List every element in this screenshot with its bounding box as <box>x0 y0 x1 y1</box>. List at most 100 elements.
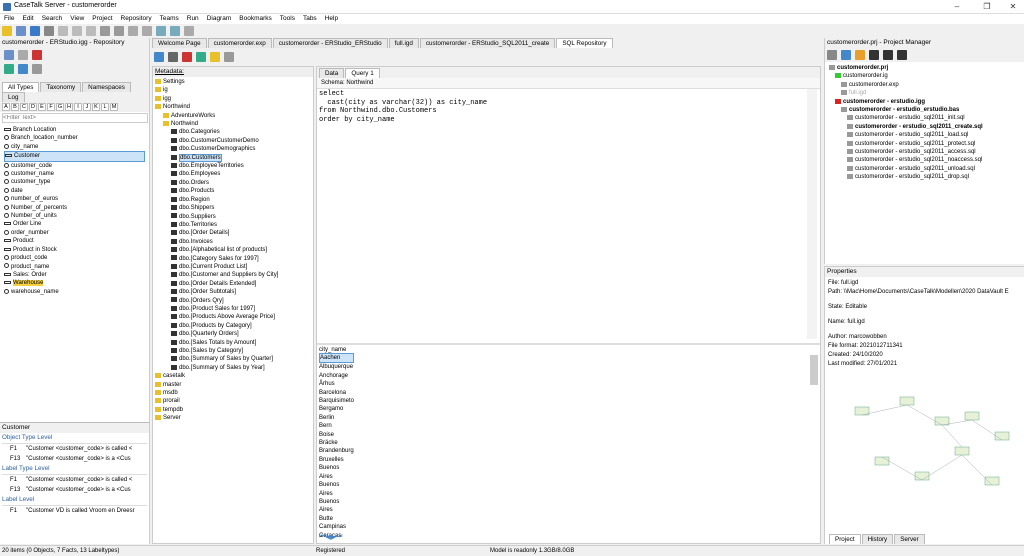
metadata-item[interactable]: Northwind <box>155 120 311 128</box>
repo-tab[interactable]: Namespaces <box>82 82 131 92</box>
project-item[interactable]: customerorder - erstudio.igg <box>829 98 1020 106</box>
type-list-item[interactable]: product_name <box>4 263 145 271</box>
menu-item[interactable]: Tools <box>280 14 295 24</box>
metadata-item[interactable]: dbo.[Customer and Suppliers by City] <box>155 271 311 279</box>
print-icon[interactable] <box>44 26 54 36</box>
letter-button[interactable]: C <box>20 103 28 111</box>
maximize-icon[interactable]: ❐ <box>980 1 994 13</box>
metadata-item[interactable]: dbo.Shippers <box>155 204 311 212</box>
metadata-item[interactable]: Northwind <box>155 103 311 111</box>
type-list-item[interactable]: order_number <box>4 229 145 237</box>
metadata-item[interactable]: AdventureWorks <box>155 112 311 120</box>
result-cell[interactable]: Berlin <box>319 414 354 422</box>
metadata-item[interactable]: dbo.CustomerDemographics <box>155 145 311 153</box>
project-item[interactable]: customerorder - erstudio_sql2011_load.sq… <box>829 131 1020 139</box>
project-item[interactable]: customerorder.exp <box>829 81 1020 89</box>
metadata-item[interactable]: dbo.[Alphabetical list of products] <box>155 246 311 254</box>
letter-button[interactable]: F <box>47 103 55 111</box>
letter-button[interactable]: E <box>38 103 46 111</box>
fact-row[interactable]: F13 "Customer <customer_code> is a <Cus <box>2 454 147 464</box>
metadata-item[interactable]: dbo.Invoices <box>155 238 311 246</box>
document-tab[interactable]: customerorder.exp <box>207 38 272 48</box>
metadata-item[interactable]: dbo.[Summary of Sales by Year] <box>155 364 311 372</box>
letter-button[interactable]: K <box>92 103 100 111</box>
result-cell[interactable]: Barquisimeto <box>319 397 354 405</box>
document-tab[interactable]: Welcome Page <box>152 38 207 48</box>
letter-button[interactable]: G <box>56 103 64 111</box>
type-list-item[interactable]: Number_of_units <box>4 212 145 220</box>
type-list-item[interactable]: customer_name <box>4 170 145 178</box>
query-tab[interactable]: Query 1 <box>345 68 380 78</box>
run-icon[interactable] <box>196 52 206 62</box>
result-cell[interactable]: Bruxelles <box>319 456 354 464</box>
save-icon[interactable] <box>30 26 40 36</box>
project-item[interactable]: customerorder - erstudio_sql2011_protect… <box>829 140 1020 148</box>
repo-tab[interactable]: All Types <box>2 82 40 92</box>
type-list-item[interactable]: customer_code <box>4 162 145 170</box>
copy-icon[interactable] <box>72 26 82 36</box>
letter-button[interactable]: I <box>74 103 82 111</box>
properties-tab[interactable]: History <box>861 534 894 544</box>
metadata-item[interactable]: ig <box>155 86 311 94</box>
result-cell[interactable]: Butte <box>319 515 354 523</box>
metadata-item[interactable]: dbo.[Order Subtotals] <box>155 288 311 296</box>
type-list-item[interactable]: Order Line <box>4 220 145 228</box>
metadata-item[interactable]: dbo.Region <box>155 196 311 204</box>
metadata-item[interactable]: Server <box>155 414 311 422</box>
pause-icon[interactable] <box>855 50 865 60</box>
new-icon[interactable] <box>2 26 12 36</box>
metadata-item[interactable]: prorail <box>155 397 311 405</box>
repo-tab[interactable]: Log <box>2 92 25 102</box>
type-list-item[interactable]: Branch_location_number <box>4 134 145 142</box>
menu-item[interactable]: File <box>4 14 14 24</box>
metadata-item[interactable]: dbo.[Products by Category] <box>155 322 311 330</box>
editor-scrollbar[interactable] <box>807 89 817 339</box>
type-list-item[interactable]: Number_of_percents <box>4 204 145 212</box>
menu-item[interactable]: Repository <box>121 14 152 24</box>
metadata-item[interactable]: dbo.[Category Sales for 1997] <box>155 255 311 263</box>
metadata-item[interactable]: dbo.[Product Sales for 1997] <box>155 305 311 313</box>
metadata-item[interactable]: dbo.Categories <box>155 128 311 136</box>
type-list-item[interactable]: Product in Stock <box>4 246 145 254</box>
menu-item[interactable]: Run <box>187 14 199 24</box>
type-list-item[interactable]: Branch Location <box>4 126 145 134</box>
minimize-icon[interactable]: – <box>950 1 964 13</box>
result-cell[interactable]: Barcelona <box>319 389 354 397</box>
metadata-item[interactable]: dbo.[Current Product List] <box>155 263 311 271</box>
open-icon[interactable] <box>16 26 26 36</box>
list-icon[interactable] <box>4 50 14 60</box>
type-list-item[interactable]: warehouse_name <box>4 288 145 296</box>
close-icon[interactable]: ✕ <box>1006 1 1020 13</box>
layout-icon[interactable] <box>156 26 166 36</box>
metadata-item[interactable]: dbo.[Order Details Extended] <box>155 280 311 288</box>
menu-item[interactable]: Diagram <box>207 14 232 24</box>
filter-icon[interactable] <box>18 64 28 74</box>
project-item[interactable]: customerorder - erstudio_sql2011_init.sq… <box>829 114 1020 122</box>
metadata-item[interactable]: dbo.Suppliers <box>155 213 311 221</box>
result-cell[interactable]: Århus <box>319 380 354 388</box>
fact-row[interactable]: F1 "Customer <customer_code> is called < <box>2 444 147 454</box>
menu-item[interactable]: Help <box>325 14 338 24</box>
project-item[interactable]: customerorder.ig <box>829 72 1020 80</box>
properties-tab[interactable]: Server <box>894 534 925 544</box>
metadata-item[interactable]: Settings <box>155 78 311 86</box>
document-tab[interactable]: SQL Repository <box>556 38 613 48</box>
import-icon[interactable] <box>210 52 220 62</box>
metadata-item[interactable]: tempdb <box>155 406 311 414</box>
tree-icon[interactable] <box>4 64 14 74</box>
metadata-item[interactable]: master <box>155 381 311 389</box>
menu-item[interactable]: Edit <box>22 14 33 24</box>
type-list-item[interactable]: product_code <box>4 254 145 262</box>
view-icon[interactable] <box>18 50 28 60</box>
stop-icon[interactable] <box>182 52 192 62</box>
metadata-item[interactable]: casetalk <box>155 372 311 380</box>
fact-row[interactable]: F13 "Customer <customer_code> is a <Cus <box>2 485 147 495</box>
metadata-item[interactable]: dbo.CustomerCustomerDemo <box>155 137 311 145</box>
letter-button[interactable]: M <box>110 103 118 111</box>
metadata-item[interactable]: dbo.[Sales by Category] <box>155 347 311 355</box>
cut-icon[interactable] <box>58 26 68 36</box>
replace-icon[interactable] <box>142 26 152 36</box>
help-icon[interactable] <box>184 26 194 36</box>
result-cell[interactable]: Aachen <box>319 353 354 364</box>
letter-button[interactable]: B <box>11 103 19 111</box>
